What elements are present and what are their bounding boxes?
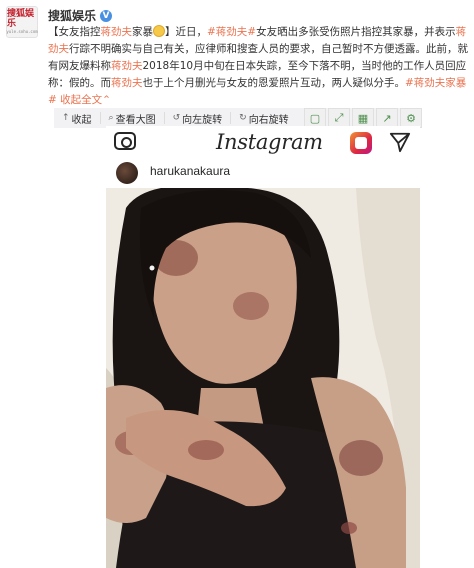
rotate-right-icon: ↻ [239, 113, 247, 123]
account-avatar[interactable]: 搜狐娱乐 yule.sohu.com [6, 6, 38, 38]
hashtag-link[interactable]: 蒋劲夫 [111, 60, 143, 72]
avatar-logo-sub: yule.sohu.com [6, 29, 38, 34]
account-name[interactable]: 搜狐娱乐 [48, 7, 96, 24]
surprised-emoji-icon [153, 25, 165, 37]
hashtag-link[interactable]: 蒋劲夫 [101, 26, 133, 38]
settings-icon[interactable]: ⚙ [400, 108, 422, 128]
instagram-user-row: harukanakaura [106, 162, 420, 188]
igtv-icon [350, 132, 372, 154]
instagram-topbar: Instagram [106, 126, 420, 162]
post-text-segment: 女友晒出多张受伤照片指控其家暴，并表示 [256, 26, 456, 38]
rotate-left-icon: ↺ [172, 113, 181, 123]
rotate-right-button[interactable]: ↻ 向右旋转 [231, 112, 297, 126]
rotate-left-label: 向左旋转 [182, 114, 223, 126]
hashtag-link[interactable]: #蒋劲夫# [207, 26, 256, 38]
post-text-segment: 】近日， [165, 26, 207, 38]
camera-icon [114, 132, 136, 150]
collapse-label: 收起 [71, 114, 92, 126]
grid-icon[interactable]: ▦ [352, 108, 374, 128]
view-large-button[interactable]: ⌕ 查看大图 [101, 112, 165, 126]
rotate-right-label: 向右旋转 [248, 114, 289, 126]
hashtag-link[interactable]: 蒋劲夫 [111, 77, 143, 89]
post-text-segment: 家暴 [132, 26, 153, 38]
collapse-text-link[interactable]: 收起全文 [57, 94, 102, 106]
rotate-left-button[interactable]: ↺ 向左旋转 [165, 112, 232, 126]
instagram-logo: Instagram [216, 130, 323, 154]
share-icon[interactable]: ↗ [376, 108, 398, 128]
verified-icon: V [100, 9, 113, 22]
image-action-bar: ▢ ⤢ ▦ ↗ ⚙ [304, 108, 422, 128]
post-text-segment: 【女友指控 [48, 26, 101, 38]
collapse-icon: ↑ [62, 113, 70, 123]
avatar-logo-text: 搜狐娱乐 [7, 9, 35, 29]
zoom-icon: ⌕ [108, 113, 114, 123]
instagram-avatar [116, 162, 138, 184]
account-name-row: 搜狐娱乐 V [48, 7, 113, 24]
post-text-segment: 也于上个月删光与女友的恩爱照片互动，两人疑似分手。 [142, 77, 406, 89]
copy-icon[interactable]: ▢ [304, 108, 326, 128]
post-body: 【女友指控蒋劲夫家暴 】近日，#蒋劲夫#女友晒出多张受伤照片指控其家暴，并表示蒋劲… [48, 24, 468, 109]
instagram-username: harukanakaura [150, 164, 231, 178]
direct-message-icon [389, 132, 411, 153]
post-photo[interactable] [106, 188, 420, 568]
photo-illustration [106, 188, 420, 568]
expand-icon[interactable]: ⤢ [328, 108, 350, 128]
view-large-label: 查看大图 [115, 114, 156, 126]
collapse-button[interactable]: ↑ 收起 [54, 112, 101, 126]
